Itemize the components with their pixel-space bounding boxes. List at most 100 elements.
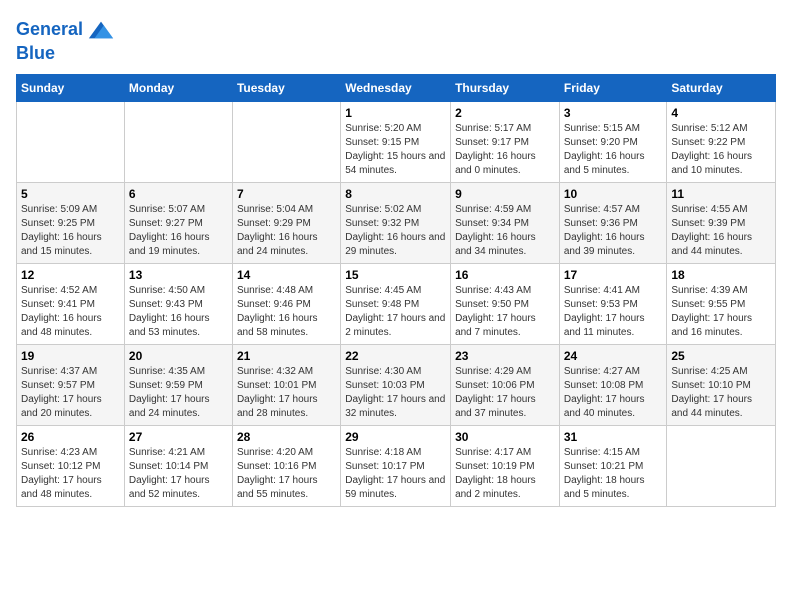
day-number: 4	[671, 106, 771, 120]
day-info: Sunrise: 4:48 AM Sunset: 9:46 PM Dayligh…	[237, 284, 336, 340]
day-info: Sunrise: 4:25 AM Sunset: 10:10 PM Daylig…	[671, 365, 771, 421]
day-cell	[667, 425, 776, 506]
day-number: 21	[237, 349, 336, 363]
day-cell: 26 Sunrise: 4:23 AM Sunset: 10:12 PM Dayl…	[17, 425, 125, 506]
day-info: Sunrise: 4:52 AM Sunset: 9:41 PM Dayligh…	[21, 284, 120, 340]
day-info: Sunrise: 5:20 AM Sunset: 9:15 PM Dayligh…	[345, 122, 446, 178]
day-info: Sunrise: 4:59 AM Sunset: 9:34 PM Dayligh…	[455, 203, 555, 259]
day-cell: 23 Sunrise: 4:29 AM Sunset: 10:06 PM Dayl…	[451, 344, 560, 425]
day-cell: 6 Sunrise: 5:07 AM Sunset: 9:27 PM Daylig…	[124, 182, 232, 263]
week-row-2: 5Sunrise: 5:09 AM Sunset: 9:25 PM Daylig…	[17, 182, 776, 263]
day-cell: 27Sunrise: 4:21 AM Sunset: 10:14 PM Dayl…	[124, 425, 232, 506]
logo: General Blue	[16, 16, 115, 64]
day-cell: 25 Sunrise: 4:25 AM Sunset: 10:10 PM Dayl…	[667, 344, 776, 425]
day-cell: 30 Sunrise: 4:17 AM Sunset: 10:19 PM Dayl…	[451, 425, 560, 506]
day-header-wednesday: Wednesday	[341, 74, 451, 101]
day-number: 17	[564, 268, 663, 282]
day-number: 12	[21, 268, 120, 282]
day-number: 9	[455, 187, 555, 201]
day-cell: 8 Sunrise: 5:02 AM Sunset: 9:32 PM Daylig…	[341, 182, 451, 263]
day-info: Sunrise: 5:02 AM Sunset: 9:32 PM Dayligh…	[345, 203, 446, 259]
day-cell: 19 Sunrise: 4:37 AM Sunset: 9:57 PM Dayli…	[17, 344, 125, 425]
day-cell: 9 Sunrise: 4:59 AM Sunset: 9:34 PM Daylig…	[451, 182, 560, 263]
day-header-friday: Friday	[559, 74, 667, 101]
day-cell: 12 Sunrise: 4:52 AM Sunset: 9:41 PM Dayli…	[17, 263, 125, 344]
day-cell: 3 Sunrise: 5:15 AM Sunset: 9:20 PM Daylig…	[559, 101, 667, 182]
day-cell: 22Sunrise: 4:30 AM Sunset: 10:03 PM Dayl…	[341, 344, 451, 425]
day-info: Sunrise: 4:57 AM Sunset: 9:36 PM Dayligh…	[564, 203, 663, 259]
day-number: 18	[671, 268, 771, 282]
day-info: Sunrise: 4:41 AM Sunset: 9:53 PM Dayligh…	[564, 284, 663, 340]
day-info: Sunrise: 4:37 AM Sunset: 9:57 PM Dayligh…	[21, 365, 120, 421]
day-cell: 20 Sunrise: 4:35 AM Sunset: 9:59 PM Dayli…	[124, 344, 232, 425]
day-info: Sunrise: 4:45 AM Sunset: 9:48 PM Dayligh…	[345, 284, 446, 340]
day-number: 6	[129, 187, 228, 201]
day-header-tuesday: Tuesday	[232, 74, 340, 101]
day-cell: 31 Sunrise: 4:15 AM Sunset: 10:21 PM Dayl…	[559, 425, 667, 506]
day-number: 14	[237, 268, 336, 282]
day-cell: 13 Sunrise: 4:50 AM Sunset: 9:43 PM Dayli…	[124, 263, 232, 344]
day-cell: 18 Sunrise: 4:39 AM Sunset: 9:55 PM Dayli…	[667, 263, 776, 344]
day-info: Sunrise: 4:15 AM Sunset: 10:21 PM Daylig…	[564, 446, 663, 502]
day-number: 11	[671, 187, 771, 201]
day-cell: 5Sunrise: 5:09 AM Sunset: 9:25 PM Daylig…	[17, 182, 125, 263]
day-number: 7	[237, 187, 336, 201]
logo-blue-text: Blue	[16, 44, 115, 64]
day-cell: 29Sunrise: 4:18 AM Sunset: 10:17 PM Dayl…	[341, 425, 451, 506]
day-number: 26	[21, 430, 120, 444]
day-info: Sunrise: 4:20 AM Sunset: 10:16 PM Daylig…	[237, 446, 336, 502]
week-row-1: 1Sunrise: 5:20 AM Sunset: 9:15 PM Daylig…	[17, 101, 776, 182]
day-header-sunday: Sunday	[17, 74, 125, 101]
day-number: 19	[21, 349, 120, 363]
calendar-header-row: SundayMondayTuesdayWednesdayThursdayFrid…	[17, 74, 776, 101]
day-info: Sunrise: 4:32 AM Sunset: 10:01 PM Daylig…	[237, 365, 336, 421]
day-cell	[124, 101, 232, 182]
day-cell: 16Sunrise: 4:43 AM Sunset: 9:50 PM Dayli…	[451, 263, 560, 344]
day-number: 25	[671, 349, 771, 363]
day-info: Sunrise: 5:17 AM Sunset: 9:17 PM Dayligh…	[455, 122, 555, 178]
day-info: Sunrise: 4:55 AM Sunset: 9:39 PM Dayligh…	[671, 203, 771, 259]
day-cell: 28Sunrise: 4:20 AM Sunset: 10:16 PM Dayl…	[232, 425, 340, 506]
logo-icon	[87, 16, 115, 44]
day-number: 20	[129, 349, 228, 363]
day-cell	[17, 101, 125, 182]
day-cell: 10 Sunrise: 4:57 AM Sunset: 9:36 PM Dayli…	[559, 182, 667, 263]
day-cell: 7 Sunrise: 5:04 AM Sunset: 9:29 PM Daylig…	[232, 182, 340, 263]
day-cell	[232, 101, 340, 182]
day-info: Sunrise: 5:15 AM Sunset: 9:20 PM Dayligh…	[564, 122, 663, 178]
day-number: 31	[564, 430, 663, 444]
day-number: 10	[564, 187, 663, 201]
day-number: 2	[455, 106, 555, 120]
day-info: Sunrise: 5:07 AM Sunset: 9:27 PM Dayligh…	[129, 203, 228, 259]
day-number: 13	[129, 268, 228, 282]
day-info: Sunrise: 5:04 AM Sunset: 9:29 PM Dayligh…	[237, 203, 336, 259]
day-info: Sunrise: 4:39 AM Sunset: 9:55 PM Dayligh…	[671, 284, 771, 340]
day-cell: 2 Sunrise: 5:17 AM Sunset: 9:17 PM Daylig…	[451, 101, 560, 182]
calendar-table: SundayMondayTuesdayWednesdayThursdayFrid…	[16, 74, 776, 507]
day-header-monday: Monday	[124, 74, 232, 101]
day-number: 8	[345, 187, 446, 201]
day-info: Sunrise: 4:43 AM Sunset: 9:50 PM Dayligh…	[455, 284, 555, 340]
week-row-3: 12 Sunrise: 4:52 AM Sunset: 9:41 PM Dayli…	[17, 263, 776, 344]
day-info: Sunrise: 4:23 AM Sunset: 10:12 PM Daylig…	[21, 446, 120, 502]
day-cell: 21 Sunrise: 4:32 AM Sunset: 10:01 PM Dayl…	[232, 344, 340, 425]
week-row-4: 19 Sunrise: 4:37 AM Sunset: 9:57 PM Dayli…	[17, 344, 776, 425]
day-info: Sunrise: 4:21 AM Sunset: 10:14 PM Daylig…	[129, 446, 228, 502]
day-number: 30	[455, 430, 555, 444]
day-info: Sunrise: 4:30 AM Sunset: 10:03 PM Daylig…	[345, 365, 446, 421]
day-cell: 4Sunrise: 5:12 AM Sunset: 9:22 PM Daylig…	[667, 101, 776, 182]
day-info: Sunrise: 4:29 AM Sunset: 10:06 PM Daylig…	[455, 365, 555, 421]
day-info: Sunrise: 4:35 AM Sunset: 9:59 PM Dayligh…	[129, 365, 228, 421]
day-number: 23	[455, 349, 555, 363]
day-cell: 11 Sunrise: 4:55 AM Sunset: 9:39 PM Dayli…	[667, 182, 776, 263]
day-number: 29	[345, 430, 446, 444]
day-cell: 14 Sunrise: 4:48 AM Sunset: 9:46 PM Dayli…	[232, 263, 340, 344]
day-cell: 24Sunrise: 4:27 AM Sunset: 10:08 PM Dayl…	[559, 344, 667, 425]
day-info: Sunrise: 4:50 AM Sunset: 9:43 PM Dayligh…	[129, 284, 228, 340]
day-number: 3	[564, 106, 663, 120]
day-info: Sunrise: 5:09 AM Sunset: 9:25 PM Dayligh…	[21, 203, 120, 259]
day-cell: 1Sunrise: 5:20 AM Sunset: 9:15 PM Daylig…	[341, 101, 451, 182]
day-number: 15	[345, 268, 446, 282]
logo-text: General	[16, 20, 83, 40]
day-info: Sunrise: 4:17 AM Sunset: 10:19 PM Daylig…	[455, 446, 555, 502]
